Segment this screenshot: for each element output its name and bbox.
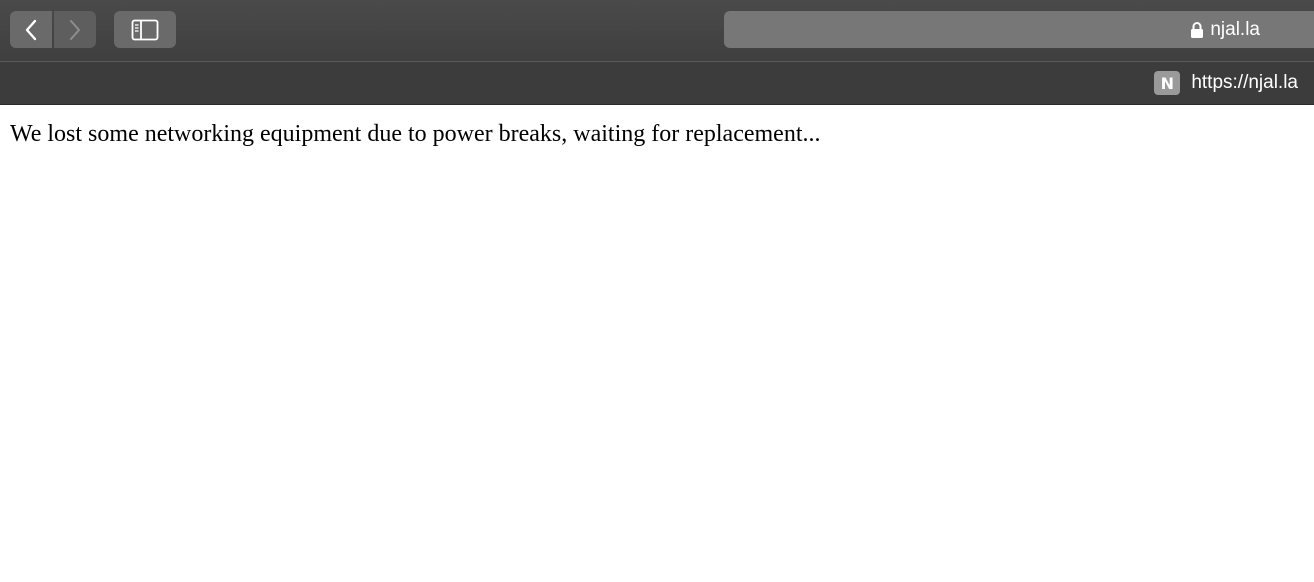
address-display: njal.la: [1190, 11, 1260, 48]
browser-toolbar: njal.la: [0, 0, 1314, 62]
chevron-left-icon: [25, 19, 37, 40]
tab-bar: N https://njal.la: [0, 62, 1314, 105]
address-text: njal.la: [1210, 18, 1260, 40]
address-bar[interactable]: njal.la: [724, 11, 1314, 48]
favicon: N: [1154, 71, 1181, 95]
page-content: We lost some networking equipment due to…: [0, 105, 1314, 582]
lock-icon: [1191, 21, 1204, 38]
navigation-buttons: [10, 11, 96, 48]
tab-njalla[interactable]: N https://njal.la: [1154, 62, 1298, 104]
back-button[interactable]: [10, 11, 52, 48]
forward-button[interactable]: [54, 11, 96, 48]
sidebar-toggle-button[interactable]: [114, 11, 176, 48]
sidebar-icon: [131, 19, 159, 40]
chevron-right-icon: [70, 19, 80, 40]
page-message: We lost some networking equipment due to…: [10, 121, 821, 147]
tab-title: https://njal.la: [1191, 72, 1298, 93]
